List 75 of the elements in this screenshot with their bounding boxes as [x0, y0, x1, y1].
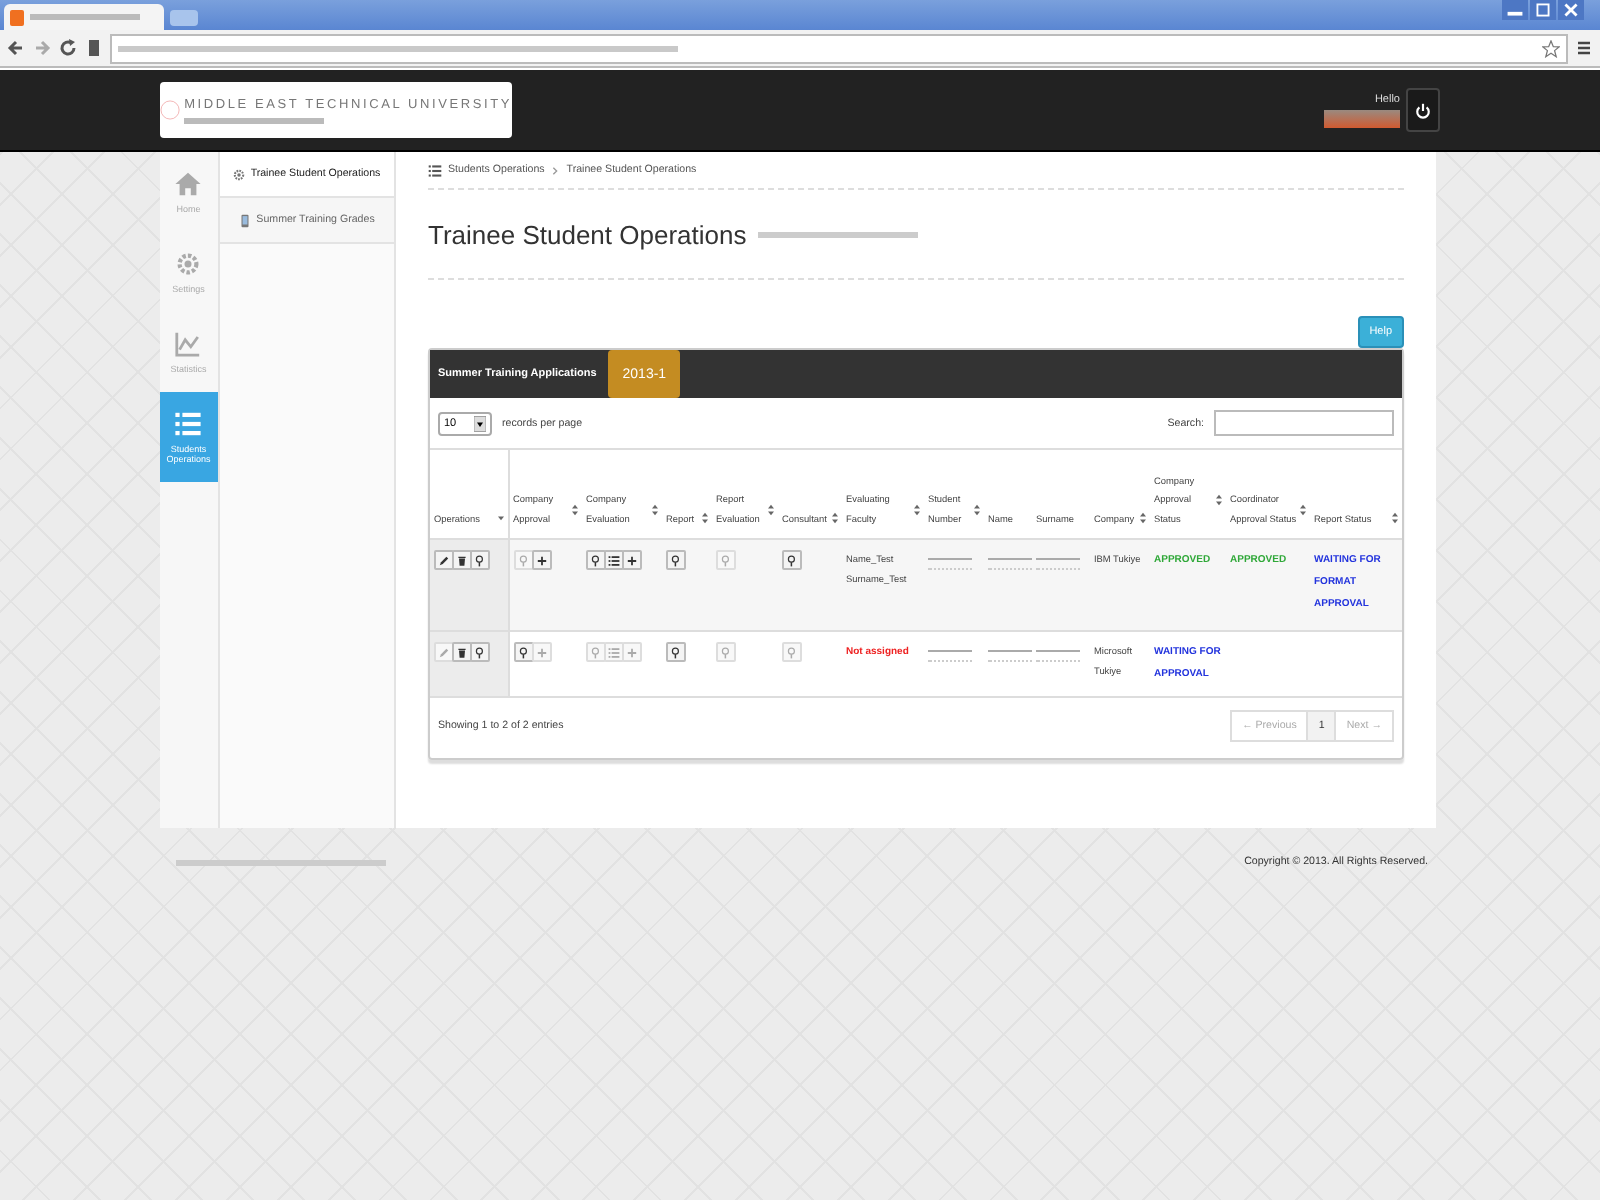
search-icon [590, 645, 602, 659]
sort-icon [1300, 503, 1306, 516]
trash-icon [456, 645, 468, 659]
sort-icon [974, 503, 980, 516]
search-button[interactable] [586, 550, 606, 570]
favicon-icon [10, 9, 24, 25]
page-title: Trainee Student Operations [428, 219, 747, 249]
search-button[interactable] [666, 550, 686, 570]
list-icon [428, 163, 442, 177]
list-icon [608, 645, 620, 659]
close-icon[interactable] [1558, 0, 1584, 20]
list-icon [608, 553, 620, 567]
redacted-mark [1036, 558, 1080, 570]
search-button[interactable] [666, 642, 686, 662]
minimize-icon[interactable] [1502, 0, 1528, 20]
redacted-mark [928, 650, 972, 662]
sort-icon [1140, 512, 1146, 525]
search-icon [786, 645, 798, 659]
trash-button[interactable] [452, 642, 472, 662]
restore-icon[interactable] [1530, 0, 1556, 20]
search-icon [517, 553, 529, 567]
search-icon [474, 553, 486, 567]
power-icon [1414, 101, 1432, 119]
search-button[interactable] [513, 642, 533, 662]
sort-icon [914, 503, 920, 516]
plus-icon [626, 645, 638, 659]
redacted-mark [988, 650, 1032, 662]
reload-icon[interactable] [58, 38, 78, 58]
back-icon[interactable] [6, 38, 26, 58]
sort-icon [832, 512, 838, 525]
sort-icon [702, 512, 708, 525]
redacted-mark [184, 117, 325, 123]
sort-icon [1392, 512, 1398, 525]
star-icon[interactable] [1542, 39, 1560, 57]
line-chart-icon [174, 329, 203, 358]
sort-icon [652, 503, 658, 516]
search-icon [590, 553, 602, 567]
plus-icon [535, 645, 547, 659]
list-icon [174, 409, 203, 438]
plus-button[interactable] [531, 550, 551, 570]
sort-icon [1216, 493, 1222, 506]
home-icon [174, 169, 203, 198]
search-button[interactable] [782, 550, 802, 570]
page-icon [84, 38, 104, 58]
address-field[interactable] [110, 33, 1568, 63]
sort-icon [768, 503, 774, 516]
browser-tab[interactable] [4, 4, 164, 30]
plus-icon [626, 553, 638, 567]
search-icon [720, 553, 732, 567]
menu-icon[interactable] [1574, 38, 1594, 58]
plus-button[interactable] [622, 550, 642, 570]
sort-icon [572, 503, 578, 516]
redacted-mark [1324, 109, 1400, 127]
logout-button[interactable] [1406, 88, 1440, 132]
redacted-mark [928, 558, 972, 570]
search-icon [670, 553, 682, 567]
search-button[interactable] [470, 642, 490, 662]
search-icon [786, 553, 798, 567]
search-icon [474, 645, 486, 659]
search-field[interactable] [1214, 410, 1394, 436]
redacted-mark [30, 14, 140, 20]
gear-icon [174, 249, 203, 278]
device-icon [238, 213, 253, 227]
list-button[interactable] [604, 550, 624, 570]
search-button[interactable] [470, 550, 490, 570]
chevron-icon [550, 165, 561, 175]
search-icon [517, 645, 529, 659]
search-icon [670, 645, 682, 659]
redacted-mark [1036, 650, 1080, 662]
dropdown-icon [474, 415, 486, 431]
pencil-button[interactable] [434, 550, 454, 570]
plus-icon [535, 553, 547, 567]
gear-icon [232, 167, 247, 181]
search-icon [720, 645, 732, 659]
trash-icon [456, 553, 468, 567]
